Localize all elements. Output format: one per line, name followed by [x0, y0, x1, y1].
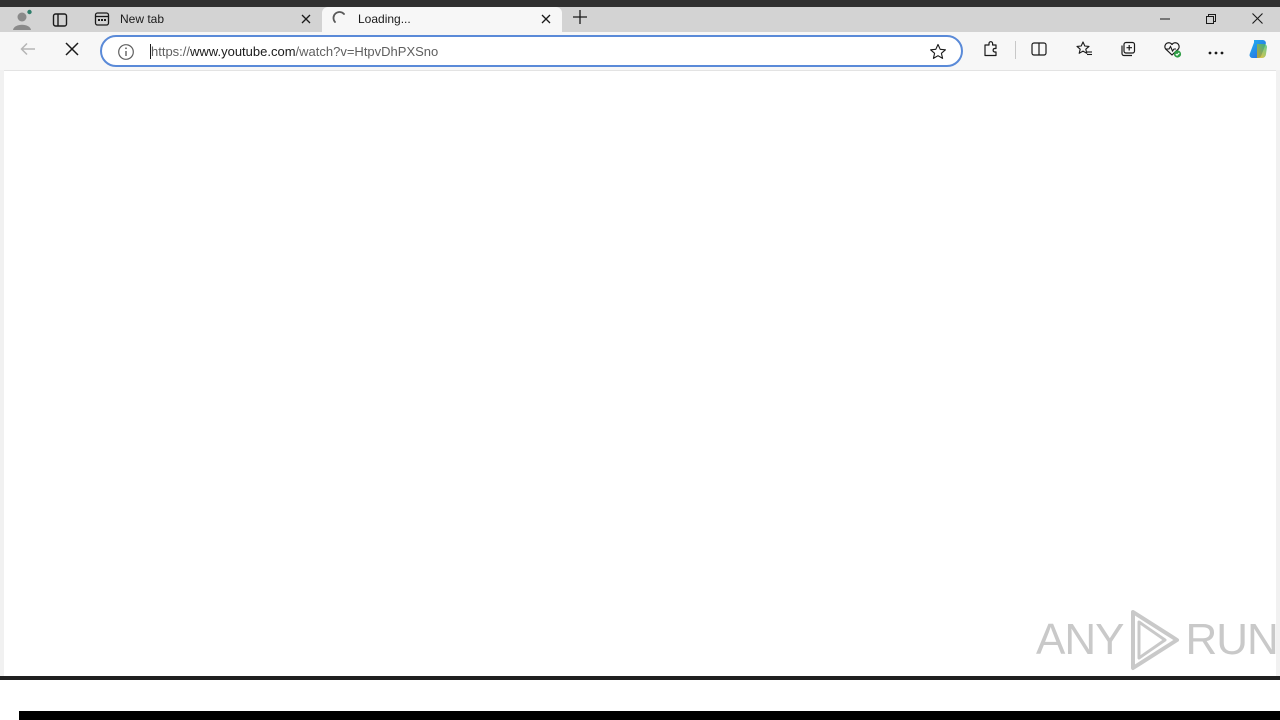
tab-new-tab[interactable]: New tab — [84, 7, 322, 32]
browser-essentials-button[interactable] — [1156, 35, 1188, 67]
plus-icon — [573, 10, 587, 29]
browser-window: New tab Loading... https://www.youtube.c… — [0, 0, 1280, 720]
page-content[interactable] — [4, 70, 1276, 676]
anyrun-watermark: ANY RUN — [1036, 607, 1279, 673]
close-icon[interactable] — [538, 11, 554, 27]
url-host: www.youtube.com — [190, 44, 296, 59]
toolbar: https://www.youtube.com/watch?v=HtpvDhPX… — [0, 32, 1280, 70]
split-screen-icon — [1030, 40, 1048, 63]
stop-icon — [65, 41, 79, 61]
favorites-button[interactable] — [1068, 35, 1100, 67]
heart-pulse-icon — [1162, 39, 1182, 64]
tab-title: New tab — [120, 12, 165, 26]
copilot-button[interactable] — [1242, 35, 1274, 67]
loading-spinner-icon — [332, 11, 348, 27]
window-top-border — [0, 0, 1280, 7]
stop-button[interactable] — [56, 35, 88, 67]
collections-button[interactable] — [1112, 35, 1144, 67]
watermark-right-text: RUN — [1185, 615, 1278, 664]
tab-strip: New tab Loading... — [0, 7, 1280, 32]
copilot-icon — [1246, 37, 1270, 66]
close-icon — [1251, 11, 1263, 29]
address-bar[interactable]: https://www.youtube.com/watch?v=HtpvDhPX… — [100, 35, 963, 67]
back-arrow-icon — [19, 40, 37, 63]
restore-icon — [1206, 11, 1216, 29]
back-button[interactable] — [12, 35, 44, 67]
minimize-icon — [1160, 11, 1170, 29]
workspaces-icon[interactable] — [48, 7, 72, 32]
more-icon — [1208, 42, 1224, 60]
info-icon[interactable] — [117, 43, 135, 61]
new-tab-button[interactable] — [568, 7, 592, 32]
window-frame-bottom — [0, 676, 1280, 680]
split-screen-button[interactable] — [1023, 35, 1055, 67]
close-icon[interactable] — [298, 11, 314, 27]
extensions-icon — [982, 40, 1000, 63]
close-window-button[interactable] — [1234, 7, 1280, 32]
url-scheme: https:// — [151, 44, 191, 59]
watermark-left-text: ANY — [1036, 615, 1124, 664]
url-text: https://www.youtube.com/watch?v=HtpvDhPX… — [150, 44, 438, 59]
window-frame-right — [1276, 70, 1280, 680]
favorites-icon — [1075, 40, 1093, 63]
url-path: /watch?v=HtpvDhPXSno — [295, 44, 439, 59]
tab-loading[interactable]: Loading... — [322, 7, 562, 32]
newtab-favicon-icon — [94, 11, 110, 27]
more-button[interactable] — [1200, 35, 1232, 67]
taskbar-edge — [19, 711, 1280, 720]
collections-icon — [1119, 40, 1137, 63]
profile-icon[interactable] — [8, 7, 36, 32]
restore-button[interactable] — [1188, 7, 1234, 32]
play-triangle-icon — [1125, 608, 1183, 672]
star-icon[interactable] — [929, 43, 947, 61]
tab-title: Loading... — [358, 12, 411, 26]
toolbar-separator — [1015, 41, 1016, 59]
extensions-button[interactable] — [975, 35, 1007, 67]
minimize-button[interactable] — [1142, 7, 1188, 32]
